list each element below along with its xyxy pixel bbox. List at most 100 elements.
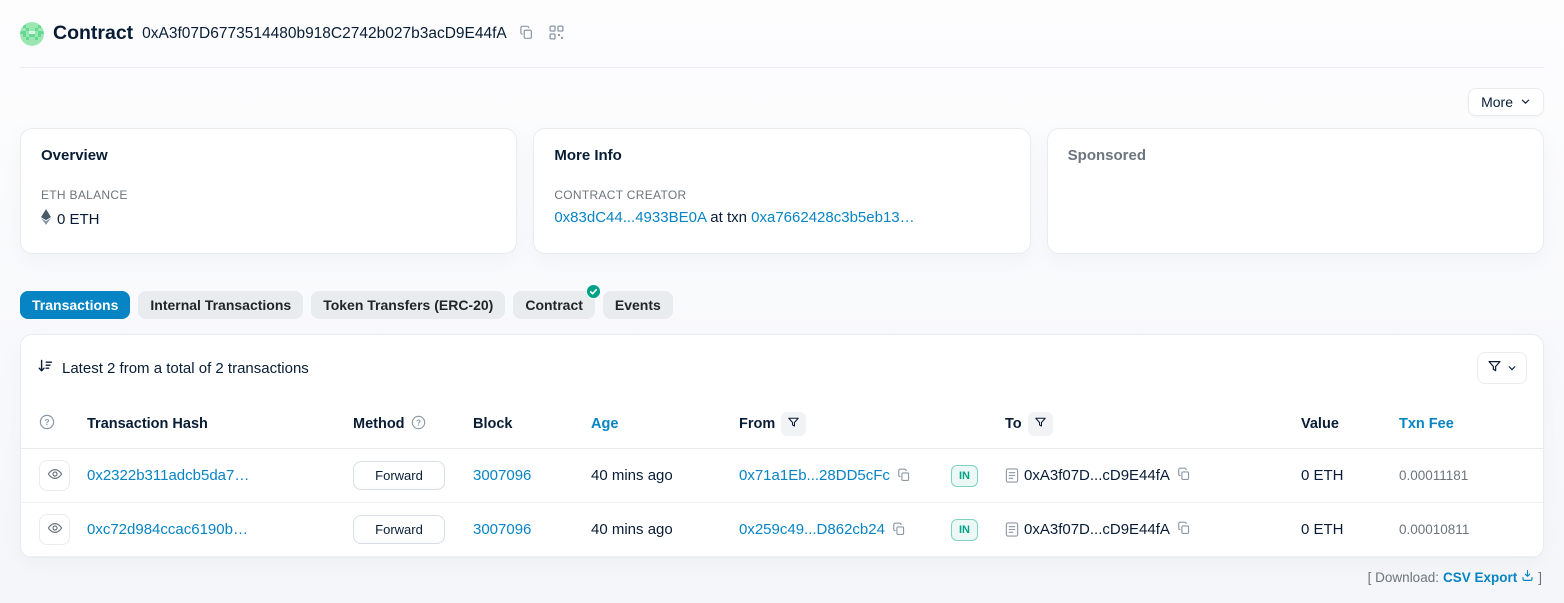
age-text: 40 mins ago bbox=[591, 467, 673, 484]
contract-identicon bbox=[20, 22, 44, 46]
block-link[interactable]: 3007096 bbox=[473, 467, 531, 484]
transactions-panel: Latest 2 from a total of 2 transactions bbox=[20, 334, 1544, 558]
overview-card-title: Overview bbox=[41, 147, 496, 164]
eth-balance-value: 0 ETH bbox=[57, 211, 100, 228]
download-suffix: ] bbox=[1538, 570, 1542, 585]
sort-descending-icon bbox=[37, 358, 53, 378]
entity-type-label: Contract bbox=[53, 22, 133, 45]
contract-address: 0xA3f07D6773514480b918C2742b027b3acD9E44… bbox=[142, 25, 507, 43]
method-badge[interactable]: Forward bbox=[353, 461, 445, 490]
tab-token-transfers[interactable]: Token Transfers (ERC-20) bbox=[311, 291, 505, 319]
eye-icon bbox=[47, 520, 63, 539]
download-footer: [ Download: CSV Export ] bbox=[20, 558, 1544, 596]
tx-hash-link[interactable]: 0x2322b311adcb5da7… bbox=[87, 467, 249, 484]
tab-transactions[interactable]: Transactions bbox=[20, 291, 130, 319]
help-circle-icon[interactable]: ? bbox=[39, 418, 55, 434]
svg-text:?: ? bbox=[416, 418, 421, 427]
toolbar: More bbox=[20, 68, 1544, 128]
direction-badge: IN bbox=[951, 465, 978, 487]
to-address-text: 0xA3f07D...cD9E44fA bbox=[1024, 467, 1170, 484]
funnel-icon bbox=[1034, 416, 1047, 432]
overview-card: Overview ETH BALANCE 0 ETH bbox=[20, 128, 517, 254]
col-header-value: Value bbox=[1293, 400, 1391, 449]
more-info-card-title: More Info bbox=[554, 147, 1009, 164]
chevron-down-icon bbox=[1507, 361, 1517, 376]
col-header-transaction-hash: Transaction Hash bbox=[79, 400, 345, 449]
table-header-row: ? Transaction Hash Method ? Block Age bbox=[21, 400, 1543, 449]
page-header: Contract 0xA3f07D6773514480b918C2742b027… bbox=[20, 0, 1544, 68]
col-header-method: Method bbox=[353, 416, 405, 432]
qr-code-icon bbox=[549, 25, 564, 43]
direction-badge: IN bbox=[951, 519, 978, 541]
contract-document-icon bbox=[1005, 522, 1019, 537]
creator-address-link[interactable]: 0x83dC44...4933BE0A bbox=[554, 209, 706, 226]
table-row: 0xc72d984ccac6190b… Forward 3007096 40 m… bbox=[21, 503, 1543, 557]
method-badge[interactable]: Forward bbox=[353, 515, 445, 544]
download-prefix: [ Download: bbox=[1368, 570, 1439, 585]
table-filter-button[interactable] bbox=[1477, 352, 1527, 384]
csv-export-label: CSV Export bbox=[1443, 570, 1517, 585]
tx-preview-button[interactable] bbox=[39, 514, 70, 545]
sponsored-card-title: Sponsored bbox=[1068, 147, 1523, 164]
txn-fee-text: 0.00010811 bbox=[1399, 522, 1469, 537]
contract-creator-label: CONTRACT CREATOR bbox=[554, 188, 1009, 202]
col-header-age-toggle[interactable]: Age bbox=[591, 416, 618, 432]
col-header-txn-fee-toggle[interactable]: Txn Fee bbox=[1399, 416, 1454, 432]
tab-contract-label: Contract bbox=[525, 297, 583, 313]
value-text: 0 ETH bbox=[1301, 467, 1344, 484]
more-button[interactable]: More bbox=[1468, 88, 1544, 116]
chevron-down-icon bbox=[1520, 94, 1531, 110]
sponsored-card: Sponsored bbox=[1047, 128, 1544, 254]
copy-from-address-button[interactable] bbox=[897, 468, 911, 485]
download-icon bbox=[1521, 569, 1534, 585]
col-header-from: From bbox=[739, 416, 775, 432]
copy-icon bbox=[1177, 523, 1191, 538]
svg-text:?: ? bbox=[44, 417, 49, 427]
eth-balance-label: ETH BALANCE bbox=[41, 188, 496, 202]
value-text: 0 ETH bbox=[1301, 521, 1344, 538]
transactions-table: ? Transaction Hash Method ? Block Age bbox=[21, 400, 1543, 557]
from-address-link[interactable]: 0x259c49...D862cb24 bbox=[739, 521, 885, 538]
tab-internal-transactions[interactable]: Internal Transactions bbox=[138, 291, 303, 319]
transactions-panel-header: Latest 2 from a total of 2 transactions bbox=[21, 335, 1543, 400]
copy-icon bbox=[519, 25, 534, 43]
verified-check-icon bbox=[586, 284, 601, 299]
transactions-summary: Latest 2 from a total of 2 transactions bbox=[62, 360, 309, 377]
copy-address-button[interactable] bbox=[516, 22, 537, 46]
csv-export-link[interactable]: CSV Export bbox=[1443, 569, 1534, 585]
funnel-icon bbox=[1487, 359, 1502, 377]
eth-diamond-icon bbox=[41, 209, 51, 229]
copy-icon bbox=[1177, 469, 1191, 484]
copy-from-address-button[interactable] bbox=[892, 522, 906, 539]
copy-icon bbox=[892, 524, 906, 539]
copy-to-address-button[interactable] bbox=[1177, 521, 1191, 538]
col-header-block: Block bbox=[465, 400, 583, 449]
tab-contract[interactable]: Contract bbox=[513, 291, 595, 319]
col-header-to: To bbox=[1005, 416, 1022, 432]
tx-preview-button[interactable] bbox=[39, 460, 70, 491]
from-filter-button[interactable] bbox=[781, 412, 806, 436]
age-text: 40 mins ago bbox=[591, 521, 673, 538]
txn-fee-text: 0.00011181 bbox=[1399, 468, 1468, 483]
info-cards: Overview ETH BALANCE 0 ETH More Info CON… bbox=[20, 128, 1544, 254]
table-row: 0x2322b311adcb5da7… Forward 3007096 40 m… bbox=[21, 449, 1543, 503]
to-address-text: 0xA3f07D...cD9E44fA bbox=[1024, 521, 1170, 538]
eye-icon bbox=[47, 466, 63, 485]
more-button-label: More bbox=[1481, 94, 1513, 110]
page: Contract 0xA3f07D6773514480b918C2742b027… bbox=[0, 0, 1564, 596]
qr-code-button[interactable] bbox=[546, 22, 567, 46]
copy-to-address-button[interactable] bbox=[1177, 467, 1191, 484]
tx-hash-link[interactable]: 0xc72d984ccac6190b… bbox=[87, 521, 248, 538]
creator-connector-text: at txn bbox=[710, 209, 747, 226]
block-link[interactable]: 3007096 bbox=[473, 521, 531, 538]
help-circle-icon[interactable]: ? bbox=[411, 415, 426, 434]
to-filter-button[interactable] bbox=[1028, 412, 1053, 436]
tab-bar: Transactions Internal Transactions Token… bbox=[20, 291, 1544, 319]
copy-icon bbox=[897, 470, 911, 485]
tab-events[interactable]: Events bbox=[603, 291, 673, 319]
funnel-icon bbox=[787, 416, 800, 432]
more-info-card: More Info CONTRACT CREATOR 0x83dC44...49… bbox=[533, 128, 1030, 254]
creation-txn-link[interactable]: 0xa7662428c3b5eb13… bbox=[751, 209, 914, 226]
from-address-link[interactable]: 0x71a1Eb...28DD5cFc bbox=[739, 467, 890, 484]
contract-document-icon bbox=[1005, 468, 1019, 483]
